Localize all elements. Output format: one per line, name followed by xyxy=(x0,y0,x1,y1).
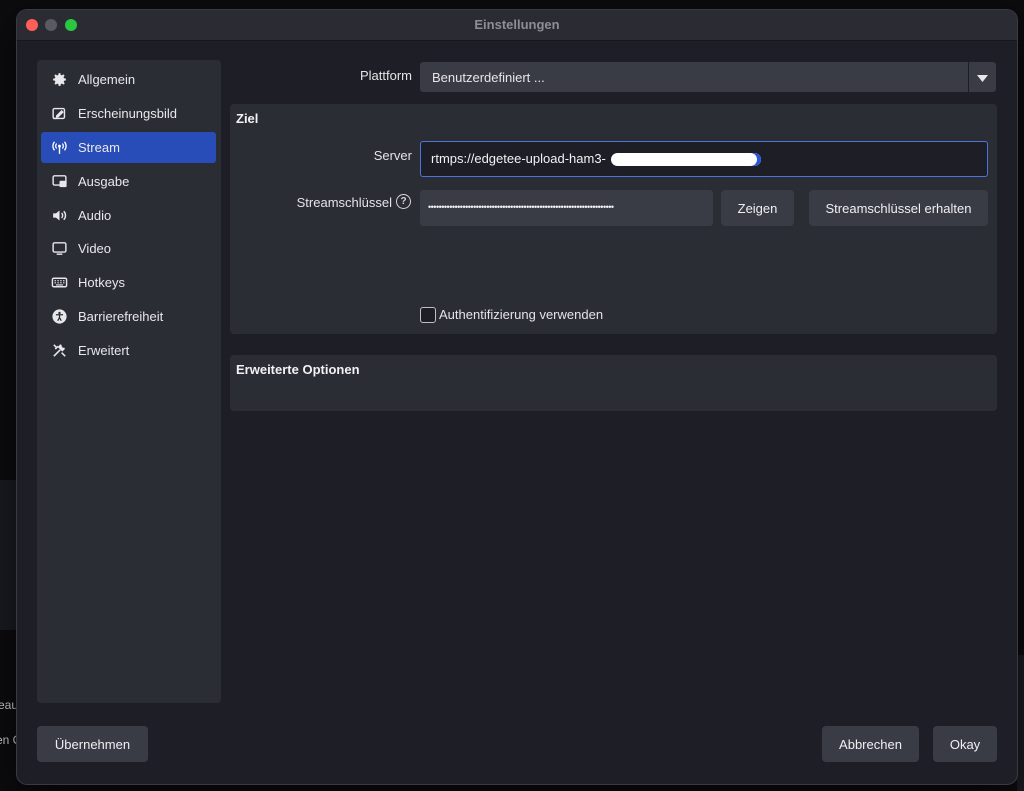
settings-window: Einstellungen Allgemein Erscheinungsbild… xyxy=(17,10,1017,784)
platform-label: Plattform xyxy=(359,68,412,83)
platform-select[interactable]: Benutzerdefiniert ... xyxy=(420,62,996,92)
sidebar-item-video[interactable]: Video xyxy=(41,233,216,264)
auth-checkbox[interactable] xyxy=(420,307,436,323)
background-app-strip-right xyxy=(1017,655,1024,791)
stream-key-value: ••••••••••••••••••••••••••••••••••••••••… xyxy=(428,202,614,212)
platform-value: Benutzerdefiniert ... xyxy=(432,70,545,85)
destination-group-title: Ziel xyxy=(236,111,259,126)
select-dropdown-button[interactable] xyxy=(968,62,996,92)
tools-icon xyxy=(50,342,68,360)
get-stream-key-button[interactable]: Streamschlüssel erhalten xyxy=(809,190,988,226)
gear-icon xyxy=(50,71,68,89)
output-icon xyxy=(50,173,68,191)
sidebar-item-label: Barrierefreiheit xyxy=(78,309,164,324)
sidebar-item-label: Erscheinungsbild xyxy=(78,106,178,121)
advanced-options-title: Erweiterte Optionen xyxy=(236,362,360,377)
keyboard-icon xyxy=(50,274,68,292)
sidebar-item-label: Audio xyxy=(78,208,112,223)
server-label: Server xyxy=(373,148,412,163)
sidebar-item-erscheinungsbild[interactable]: Erscheinungsbild xyxy=(41,98,216,129)
settings-sidebar: Allgemein Erscheinungsbild Stream Ausgab… xyxy=(37,60,221,703)
accessibility-icon xyxy=(50,308,68,326)
chevron-down-icon xyxy=(977,70,988,85)
sidebar-item-label: Allgemein xyxy=(78,72,136,87)
server-input[interactable]: rtmps://edgetee-upload-ham3- xyxy=(420,141,988,177)
sidebar-item-erweitert[interactable]: Erweitert xyxy=(41,335,216,366)
apply-button[interactable]: Übernehmen xyxy=(37,726,148,762)
server-value: rtmps://edgetee-upload-ham3- xyxy=(431,151,606,166)
background-app-strip xyxy=(0,480,17,630)
title-bar: Einstellungen xyxy=(17,10,1017,41)
sidebar-item-label: Ausgabe xyxy=(78,174,130,189)
sidebar-item-audio[interactable]: Audio xyxy=(41,200,216,231)
sidebar-item-allgemein[interactable]: Allgemein xyxy=(41,64,216,95)
window-title: Einstellungen xyxy=(474,17,560,32)
sidebar-item-barrierefreiheit[interactable]: Barrierefreiheit xyxy=(41,301,216,332)
redaction-mark xyxy=(611,153,761,166)
speaker-icon xyxy=(50,207,68,225)
help-icon[interactable]: ? xyxy=(396,194,411,209)
ok-button[interactable]: Okay xyxy=(933,726,997,762)
antenna-icon xyxy=(50,139,68,157)
sidebar-item-hotkeys[interactable]: Hotkeys xyxy=(41,267,216,298)
sidebar-item-label: Hotkeys xyxy=(78,275,125,290)
monitor-icon xyxy=(50,240,68,258)
show-key-button[interactable]: Zeigen xyxy=(721,190,794,226)
auth-checkbox-label[interactable]: Authentifizierung verwenden xyxy=(439,307,603,322)
sidebar-item-label: Video xyxy=(78,241,112,256)
appearance-icon xyxy=(50,105,68,123)
sidebar-item-label: Stream xyxy=(78,140,120,155)
advanced-options-group[interactable]: Erweiterte Optionen xyxy=(230,355,997,411)
stream-key-input[interactable]: ••••••••••••••••••••••••••••••••••••••••… xyxy=(420,190,713,226)
sidebar-item-ausgabe[interactable]: Ausgabe xyxy=(41,166,216,197)
sidebar-item-label: Erweitert xyxy=(78,343,130,358)
cancel-button[interactable]: Abbrechen xyxy=(822,726,919,762)
stream-key-label: Streamschlüssel xyxy=(296,195,392,210)
sidebar-item-stream[interactable]: Stream xyxy=(41,132,216,163)
background-text-1: eau xyxy=(0,698,19,712)
